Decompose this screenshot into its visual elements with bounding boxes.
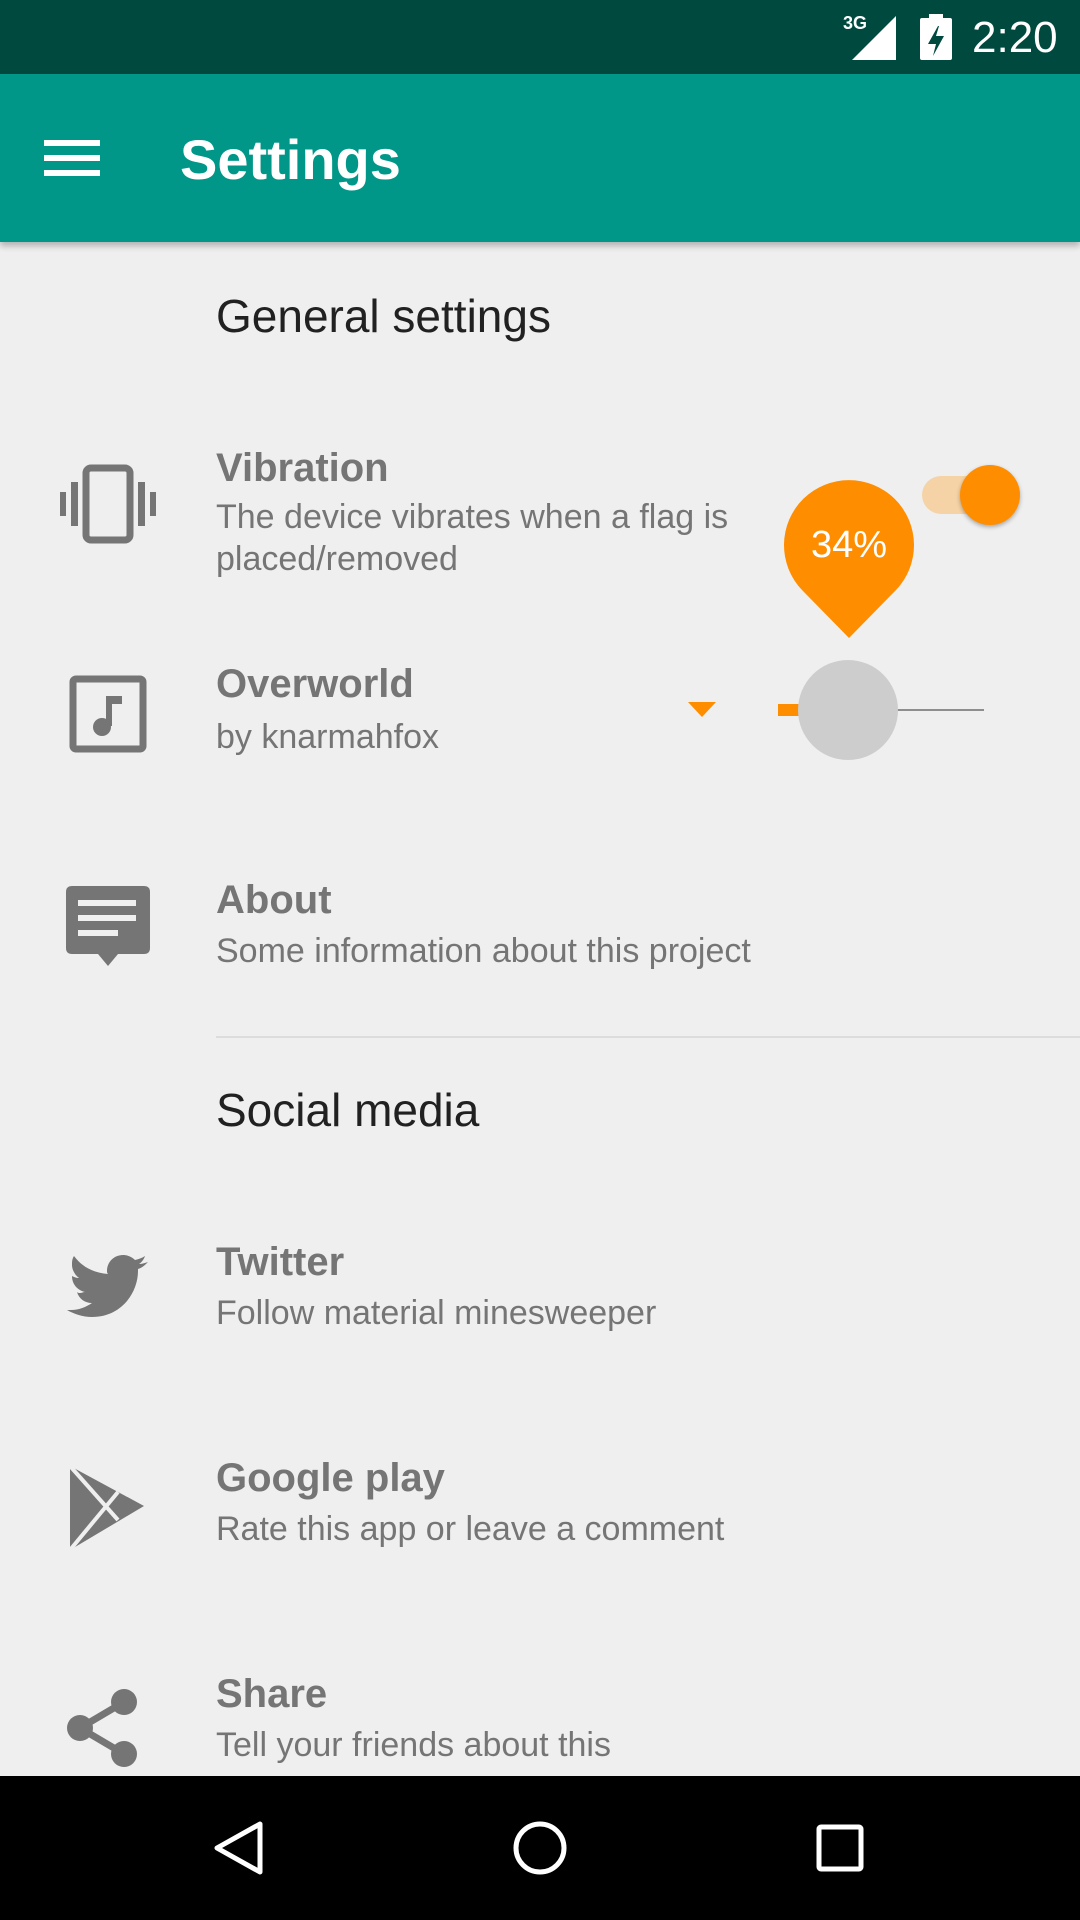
slider-knob[interactable] (798, 660, 898, 760)
status-bar: 3G 2:20 (0, 0, 1080, 74)
section-header-social: Social media (216, 1084, 480, 1136)
music-dropdown-caret[interactable] (688, 702, 716, 717)
social-row-share[interactable]: Share Tell your friends about this (0, 1660, 1080, 1776)
recents-square-icon (816, 1824, 864, 1872)
setting-subtitle: Some information about this project (216, 932, 751, 970)
setting-title: Vibration (216, 446, 389, 490)
home-circle-icon (513, 1821, 567, 1875)
setting-subtitle: by knarmahfox (216, 718, 439, 756)
section-header-general: General settings (216, 290, 551, 342)
setting-title: Twitter (216, 1240, 345, 1284)
play-store-icon (68, 1464, 144, 1552)
volume-value-bubble: 34% (782, 480, 916, 640)
volume-slider[interactable] (778, 650, 988, 770)
home-button[interactable] (490, 1798, 590, 1898)
menu-button[interactable] (44, 130, 124, 186)
app-toolbar: Settings (0, 74, 1080, 242)
page-title: Settings (180, 128, 401, 191)
setting-title: About (216, 878, 332, 922)
setting-subtitle: The device vibrates when a flag is (216, 498, 729, 536)
setting-subtitle: Tell your friends about this (216, 1726, 611, 1764)
switch-thumb (960, 465, 1020, 525)
setting-row-about[interactable]: About Some information about this projec… (0, 866, 1080, 996)
back-button[interactable] (190, 1798, 290, 1898)
recents-button[interactable] (790, 1798, 890, 1898)
battery-charging-icon (920, 14, 952, 60)
social-row-twitter[interactable]: Twitter Follow material minesweeper (0, 1228, 1080, 1358)
setting-subtitle: Rate this app or leave a comment (216, 1510, 725, 1548)
system-navigation-bar (0, 1776, 1080, 1920)
setting-subtitle-continued: placed/removed (216, 540, 458, 578)
setting-title: Overworld (216, 662, 414, 706)
hamburger-menu-icon (44, 140, 100, 176)
cell-signal-icon (852, 16, 896, 60)
twitter-bird-icon (67, 1255, 148, 1317)
share-icon (67, 1689, 137, 1767)
setting-subtitle: Follow material minesweeper (216, 1294, 657, 1332)
vibration-icon (60, 464, 156, 544)
setting-title: Google play (216, 1456, 445, 1500)
volume-percent-label: 34% (810, 524, 888, 566)
status-time: 2:20 (972, 13, 1058, 62)
music-note-icon (69, 675, 147, 753)
social-row-google-play[interactable]: Google play Rate this app or leave a com… (0, 1444, 1080, 1574)
section-divider (216, 1036, 1080, 1038)
vibration-toggle-switch[interactable] (918, 462, 1022, 528)
feedback-icon (66, 886, 150, 966)
back-triangle-icon (214, 1821, 263, 1875)
setting-title: Share (216, 1672, 328, 1716)
